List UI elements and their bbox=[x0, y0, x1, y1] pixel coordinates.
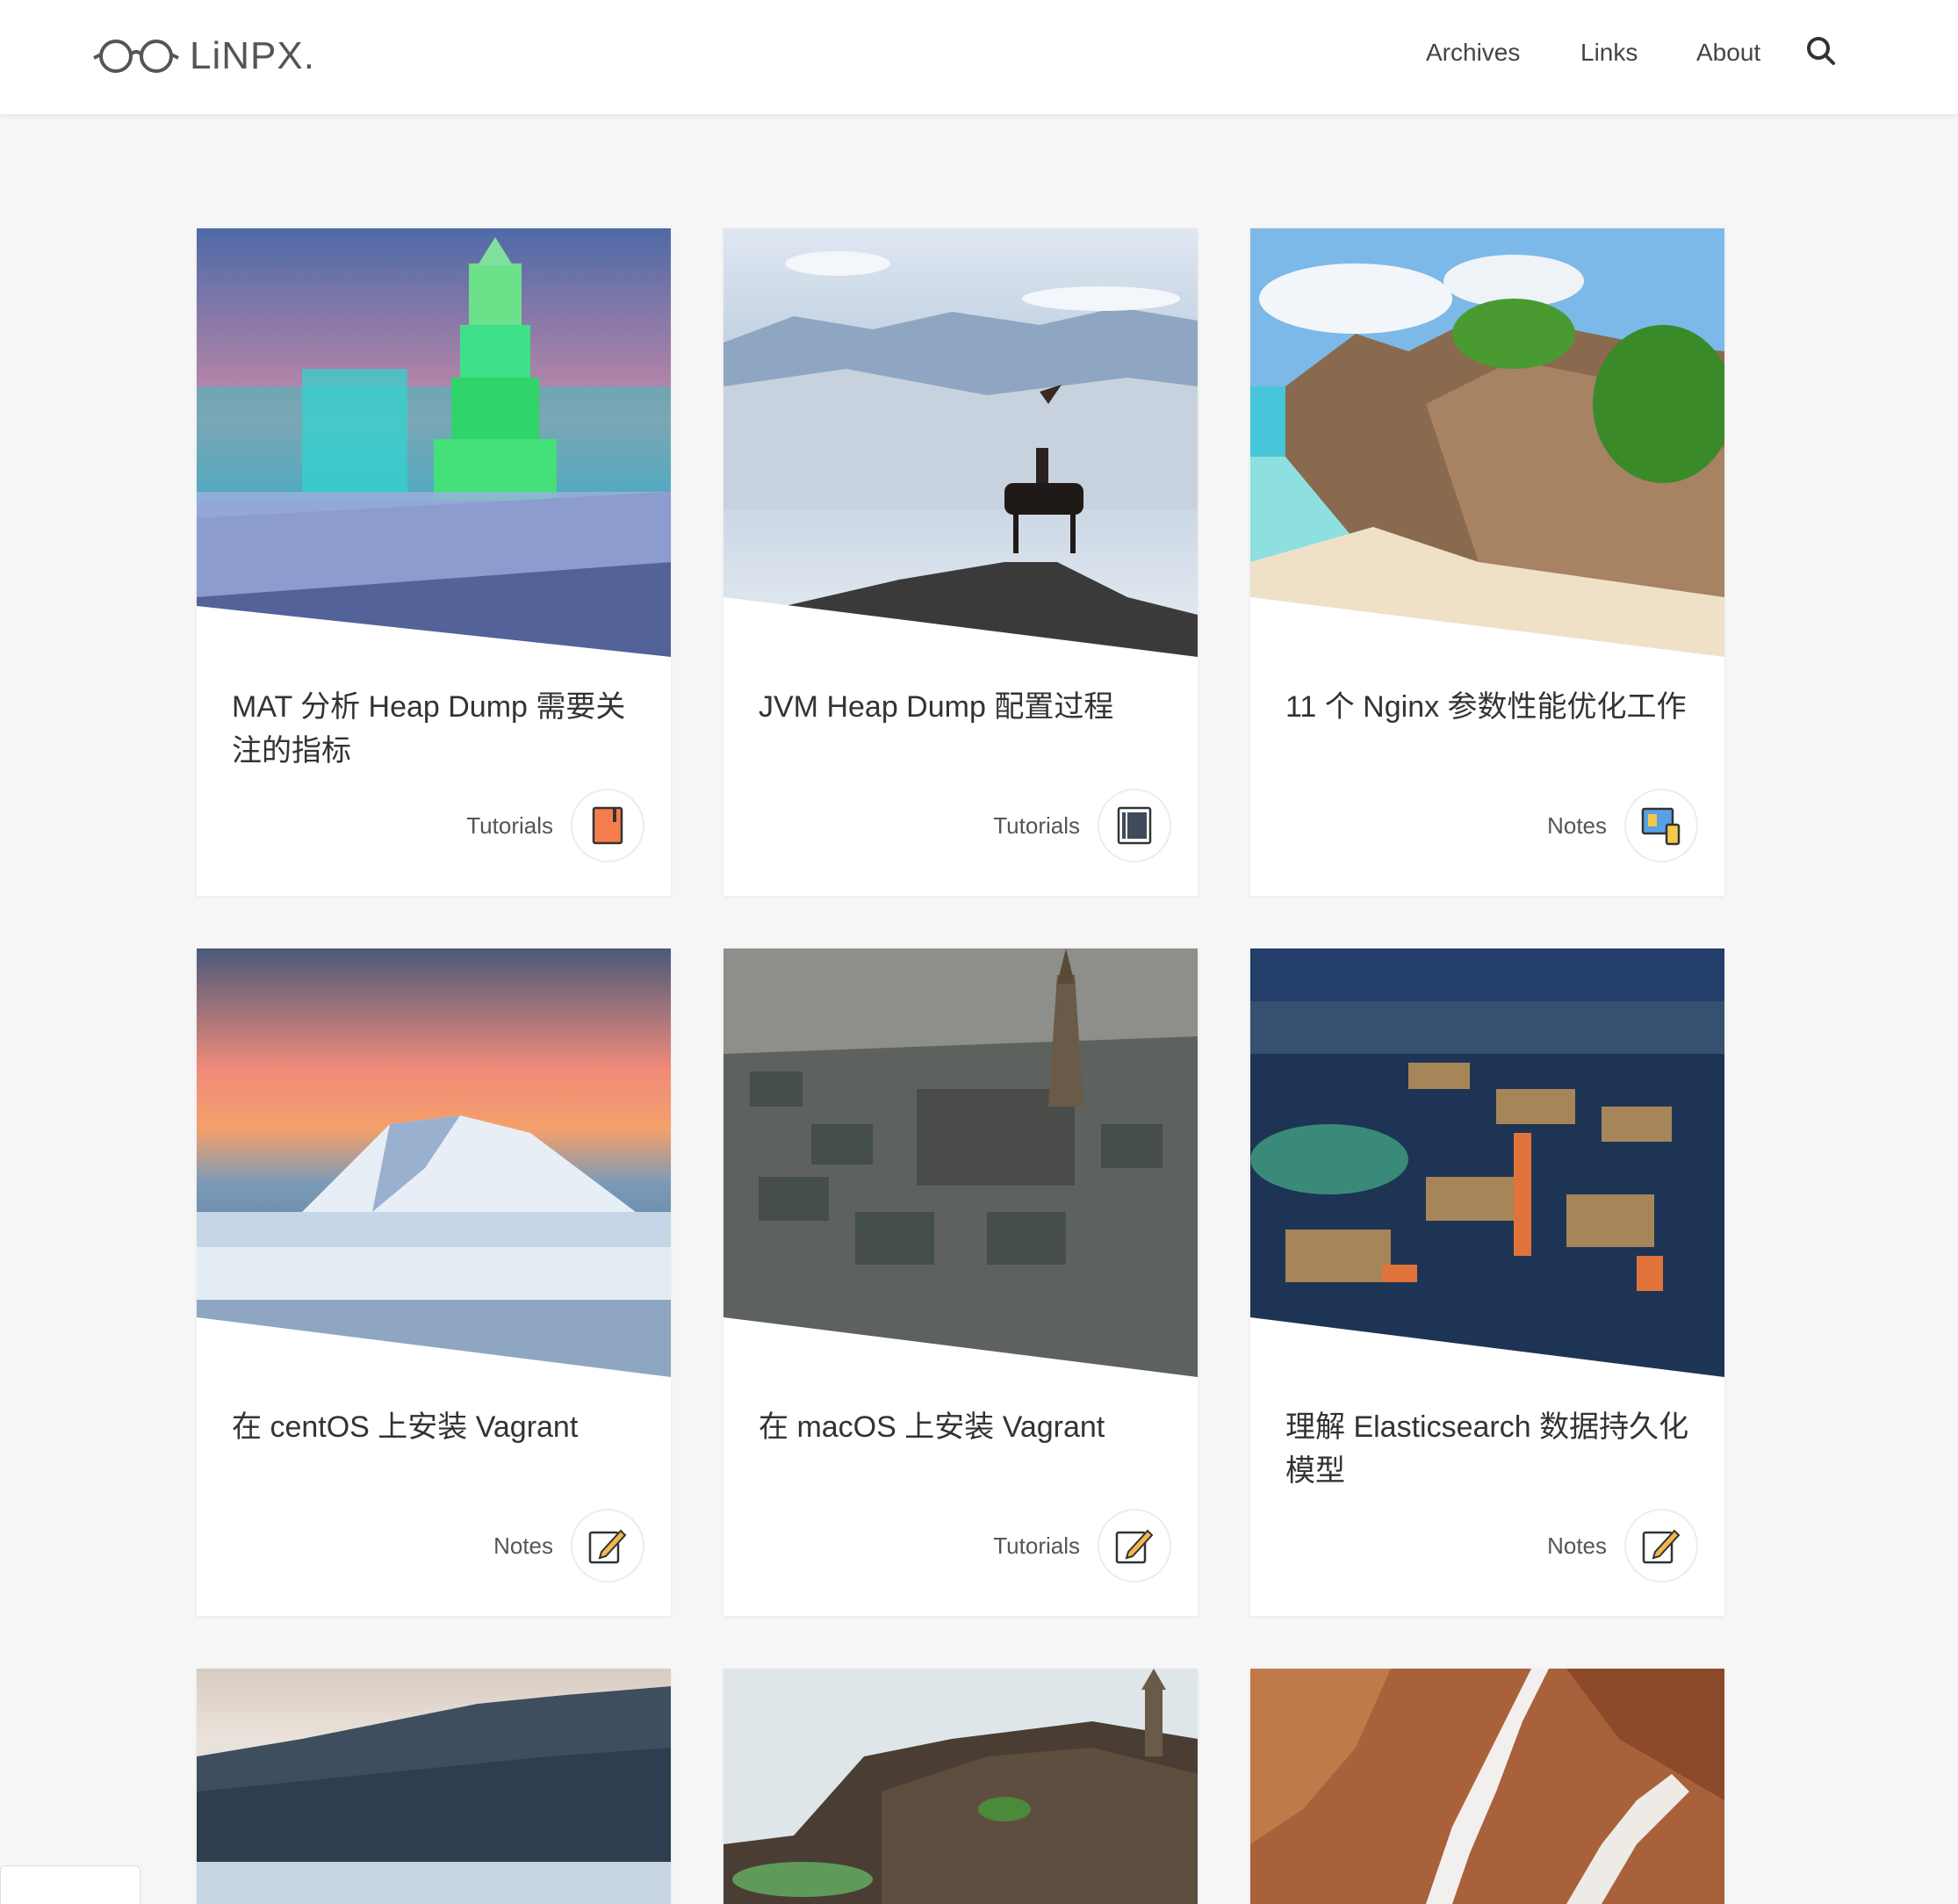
category-badge[interactable] bbox=[1624, 1509, 1698, 1583]
post-title[interactable]: 在 centOS 上安装 Vagrant bbox=[232, 1405, 644, 1449]
post-title[interactable]: 在 macOS 上安装 Vagrant bbox=[759, 1405, 1171, 1449]
post-thumbnail[interactable] bbox=[197, 228, 671, 657]
post-title[interactable]: MAT 分析 Heap Dump 需要关注的指标 bbox=[232, 685, 644, 773]
devices-icon bbox=[1641, 807, 1681, 846]
category-badge[interactable] bbox=[571, 1509, 644, 1583]
post-category[interactable]: Notes bbox=[1547, 1530, 1607, 1561]
post-category[interactable]: Notes bbox=[1547, 810, 1607, 841]
post-category[interactable]: Tutorials bbox=[466, 810, 553, 841]
post-card[interactable]: 在 centOS 上安装 Vagrant Notes bbox=[197, 948, 671, 1616]
post-card[interactable]: MAT 分析 Heap Dump 需要关注的指标 Tutorials bbox=[197, 228, 671, 896]
site-header: LiNPX. Archives Links About bbox=[0, 0, 1958, 114]
post-category[interactable]: Notes bbox=[493, 1530, 553, 1561]
post-thumbnail[interactable] bbox=[1250, 228, 1724, 657]
edit-icon bbox=[1115, 1529, 1154, 1564]
post-card[interactable]: 11 个 Nginx 参数性能优化工作 Notes bbox=[1250, 228, 1724, 896]
post-title[interactable]: 11 个 Nginx 参数性能优化工作 bbox=[1285, 685, 1698, 729]
post-thumbnail[interactable] bbox=[197, 948, 671, 1377]
post-thumbnail[interactable] bbox=[723, 948, 1198, 1377]
nav-about[interactable]: About bbox=[1696, 33, 1760, 72]
post-thumbnail[interactable] bbox=[723, 1669, 1198, 1904]
document-icon bbox=[1117, 806, 1152, 845]
edit-icon bbox=[588, 1529, 627, 1564]
category-badge[interactable] bbox=[571, 789, 644, 862]
post-card[interactable] bbox=[723, 1669, 1198, 1904]
post-category[interactable]: Tutorials bbox=[993, 810, 1080, 841]
post-thumbnail[interactable] bbox=[1250, 948, 1724, 1377]
nav-links[interactable]: Links bbox=[1580, 33, 1638, 72]
post-card[interactable]: 在 macOS 上安装 Vagrant Tutorials bbox=[723, 948, 1198, 1616]
post-card[interactable] bbox=[1250, 1669, 1724, 1904]
post-thumbnail[interactable] bbox=[1250, 1669, 1724, 1904]
post-card[interactable]: JVM Heap Dump 配置过程 Tutorials bbox=[723, 228, 1198, 896]
post-card[interactable] bbox=[197, 1669, 671, 1904]
post-thumbnail[interactable] bbox=[197, 1669, 671, 1904]
nav-archives[interactable]: Archives bbox=[1426, 33, 1520, 72]
post-title[interactable]: JVM Heap Dump 配置过程 bbox=[759, 685, 1171, 729]
post-category[interactable]: Tutorials bbox=[993, 1530, 1080, 1561]
notebook-icon bbox=[592, 806, 623, 845]
search-icon[interactable] bbox=[1803, 32, 1839, 70]
post-card[interactable]: 理解 Elasticsearch 数据持久化模型 Notes bbox=[1250, 948, 1724, 1616]
category-badge[interactable] bbox=[1098, 789, 1171, 862]
edit-icon bbox=[1642, 1529, 1681, 1564]
category-badge[interactable] bbox=[1098, 1509, 1171, 1583]
post-thumbnail[interactable] bbox=[723, 228, 1198, 657]
post-title[interactable]: 理解 Elasticsearch 数据持久化模型 bbox=[1285, 1405, 1698, 1493]
main-nav: Archives Links About bbox=[0, 33, 1958, 77]
feedback-widget[interactable] bbox=[0, 1865, 140, 1904]
category-badge[interactable] bbox=[1624, 789, 1698, 862]
